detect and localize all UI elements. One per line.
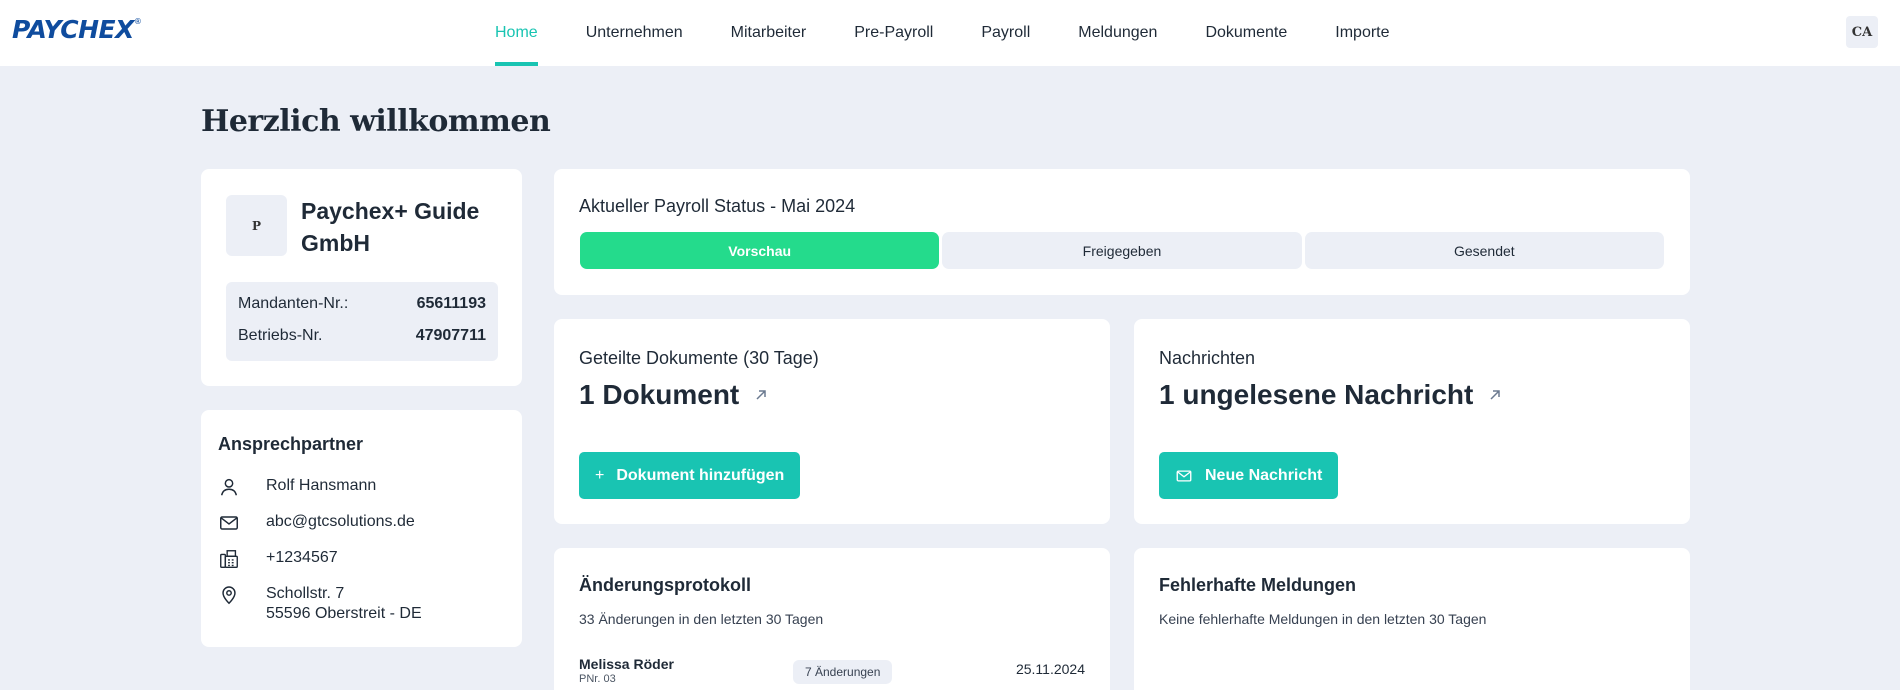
nav-item-payroll[interactable]: Payroll [981, 0, 1030, 66]
add-document-button[interactable]: + Dokument hinzufügen [579, 452, 801, 499]
nav-item-mitarbeiter[interactable]: Mitarbeiter [731, 0, 807, 66]
payroll-status-stepper: Vorschau Freigegeben Gesendet [580, 232, 1664, 269]
nav-item-dokumente[interactable]: Dokumente [1205, 0, 1287, 66]
add-document-label: Dokument hinzufügen [616, 466, 785, 484]
changelog-date: 25.11.2024 [1015, 661, 1085, 677]
contact-email[interactable]: abc@gtcsolutions.de [266, 512, 415, 532]
info-value: 65611193 [416, 295, 486, 312]
contact-name-row: Rolf Hansmann [218, 476, 376, 498]
shared-documents-card: Geteilte Dokumente (30 Tage) 1 Dokument … [554, 319, 1110, 524]
error-reports-subtitle: Keine fehlerhafte Meldungen in den letzt… [1159, 611, 1487, 627]
contact-email-row: abc@gtcsolutions.de [218, 512, 415, 534]
logo-text: PAYCHEX [12, 15, 134, 44]
paychex-logo[interactable]: PAYCHEX® [12, 15, 142, 44]
company-logo: P [226, 195, 287, 256]
page-title: Herzlich willkommen [201, 104, 551, 139]
nav-item-unternehmen[interactable]: Unternehmen [586, 0, 683, 66]
user-avatar[interactable]: CA [1846, 16, 1878, 48]
new-message-label: Neue Nachricht [1205, 466, 1323, 484]
payroll-status-title: Aktueller Payroll Status - Mai 2024 [579, 196, 856, 216]
nav-item-importe[interactable]: Importe [1335, 0, 1389, 66]
contact-card: Ansprechpartner Rolf Hansmann abc@gtcsol… [201, 410, 522, 647]
mail-icon [1175, 467, 1193, 485]
nav-item-pre-payroll[interactable]: Pre-Payroll [854, 0, 933, 66]
messages-count: 1 ungelesene Nachricht [1159, 379, 1474, 410]
contact-phone-row: +1234567 [218, 548, 338, 570]
changelog-title: Änderungsprotokoll [579, 575, 751, 595]
nav-item-meldungen[interactable]: Meldungen [1078, 0, 1157, 66]
main-nav: Home Unternehmen Mitarbeiter Pre-Payroll… [495, 0, 1438, 66]
nav-item-home[interactable]: Home [495, 0, 538, 66]
status-step-freigegeben[interactable]: Freigegeben [942, 232, 1302, 269]
documents-count-link[interactable]: 1 Dokument [579, 379, 769, 411]
error-reports-title: Fehlerhafte Meldungen [1159, 575, 1357, 595]
arrow-up-right-icon[interactable] [753, 387, 769, 403]
info-label: Mandanten-Nr.: [238, 295, 349, 312]
list-item[interactable]: Melissa Röder PNr. 03 7 Änderungen 25.11… [579, 656, 1085, 690]
new-message-button[interactable]: Neue Nachricht [1159, 452, 1339, 499]
changelog-employee-pnr: PNr. 03 [579, 673, 616, 685]
documents-title: Geteilte Dokumente (30 Tage) [579, 348, 819, 368]
documents-count: 1 Dokument [579, 379, 740, 410]
person-icon [220, 478, 238, 496]
company-name: Paychex+ Guide GmbH [301, 198, 480, 256]
messages-card: Nachrichten 1 ungelesene Nachricht Neue … [1134, 319, 1690, 524]
company-info-box: Mandanten-Nr.: 65611193 Betriebs-Nr. 479… [226, 282, 498, 361]
changelog-subtitle: 33 Änderungen in den letzten 30 Tagen [579, 611, 824, 627]
error-reports-card: Fehlerhafte Meldungen Keine fehlerhafte … [1134, 548, 1690, 690]
address-line-2: 55596 Oberstreit - DE [266, 605, 422, 622]
changelog-employee-name: Melissa Röder [579, 656, 674, 672]
changelog-card: Änderungsprotokoll 33 Änderungen in den … [554, 548, 1110, 690]
company-card: P Paychex+ Guide GmbH Mandanten-Nr.: 656… [201, 169, 522, 386]
messages-title: Nachrichten [1159, 348, 1256, 368]
status-step-gesendet[interactable]: Gesendet [1304, 232, 1664, 269]
mail-icon [220, 516, 238, 530]
contact-title: Ansprechpartner [218, 434, 364, 454]
messages-count-link[interactable]: 1 ungelesene Nachricht [1159, 379, 1503, 411]
status-step-vorschau[interactable]: Vorschau [580, 232, 940, 269]
top-navigation-bar: PAYCHEX® Home Unternehmen Mitarbeiter Pr… [0, 0, 1900, 66]
contact-name: Rolf Hansmann [266, 477, 377, 494]
info-value: 47907711 [415, 327, 486, 344]
payroll-status-card: Aktueller Payroll Status - Mai 2024 Vors… [554, 169, 1690, 295]
info-row-betriebs: Betriebs-Nr. 47907711 [238, 327, 486, 345]
info-row-mandanten: Mandanten-Nr.: 65611193 [238, 295, 486, 313]
info-label: Betriebs-Nr. [238, 327, 323, 344]
location-pin-icon [222, 586, 236, 605]
plus-icon: + [595, 466, 605, 484]
logo-registered-mark: ® [133, 17, 142, 26]
contact-address: Schollstr. 7 55596 Oberstreit - DE [266, 584, 422, 624]
changes-badge: 7 Änderungen [793, 660, 893, 684]
contact-address-row: Schollstr. 7 55596 Oberstreit - DE [218, 584, 422, 624]
contact-phone[interactable]: +1234567 [266, 548, 338, 568]
arrow-up-right-icon[interactable] [1487, 387, 1503, 403]
address-line-1: Schollstr. 7 [266, 585, 345, 602]
fax-phone-icon [220, 550, 238, 568]
